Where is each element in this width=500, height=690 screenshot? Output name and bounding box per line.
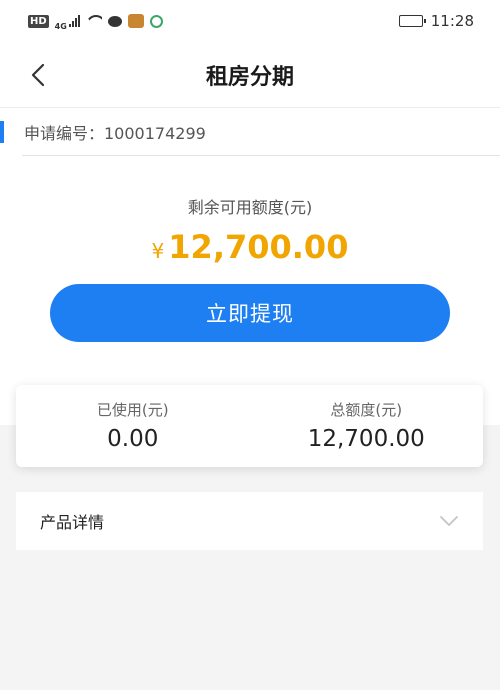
- total-label: 总额度(元): [330, 401, 403, 419]
- chevron-down-icon: [440, 516, 458, 526]
- top-panel: HD 4G 11:28 租房分期 申请编号：1000174299 剩余可用额度(…: [0, 0, 500, 425]
- used-label: 已使用(元): [96, 401, 169, 419]
- network-type: 4G: [54, 21, 67, 31]
- used-amount: 已使用(元) 0.00: [16, 385, 250, 467]
- signal-icon: [68, 15, 80, 27]
- currency-symbol: ¥: [151, 239, 165, 263]
- back-button[interactable]: [26, 62, 52, 88]
- nav-header: 租房分期: [0, 42, 500, 108]
- status-bar: HD 4G 11:28: [0, 0, 500, 42]
- product-details-row[interactable]: 产品详情: [16, 492, 483, 550]
- battery-icon: [398, 15, 426, 27]
- page-title: 租房分期: [205, 64, 294, 90]
- divider: [22, 155, 500, 156]
- application-number: 申请编号：1000174299: [24, 124, 206, 143]
- status-icons-right: 11:28: [398, 12, 474, 30]
- notification-app-icon: [149, 14, 163, 28]
- wifi-icon: [86, 15, 102, 27]
- clock: 11:28: [430, 12, 474, 30]
- accent-bar: [0, 121, 4, 143]
- screen: HD 4G 11:28 租房分期 申请编号：1000174299 剩余可用额度(…: [0, 0, 500, 690]
- available-quota-amount: ¥12,700.00: [0, 228, 500, 266]
- quota-stats-card: 已使用(元) 0.00 总额度(元) 12,700.00: [16, 385, 483, 467]
- product-details-label: 产品详情: [40, 513, 105, 532]
- available-quota-label: 剩余可用额度(元): [187, 198, 313, 217]
- notification-app-icon: [127, 14, 144, 28]
- application-number-row: 申请编号：1000174299: [0, 108, 500, 156]
- chevron-left-icon: [31, 63, 45, 87]
- total-value: 12,700.00: [307, 426, 425, 452]
- wechat-icon: [107, 15, 122, 27]
- hd-icon: HD: [28, 14, 49, 28]
- used-value: 0.00: [107, 426, 159, 452]
- quota-value: 12,700.00: [168, 228, 349, 266]
- total-quota: 总额度(元) 12,700.00: [250, 385, 484, 467]
- status-icons-left: HD 4G: [28, 12, 163, 31]
- withdraw-now-button[interactable]: 立即提现: [50, 284, 450, 342]
